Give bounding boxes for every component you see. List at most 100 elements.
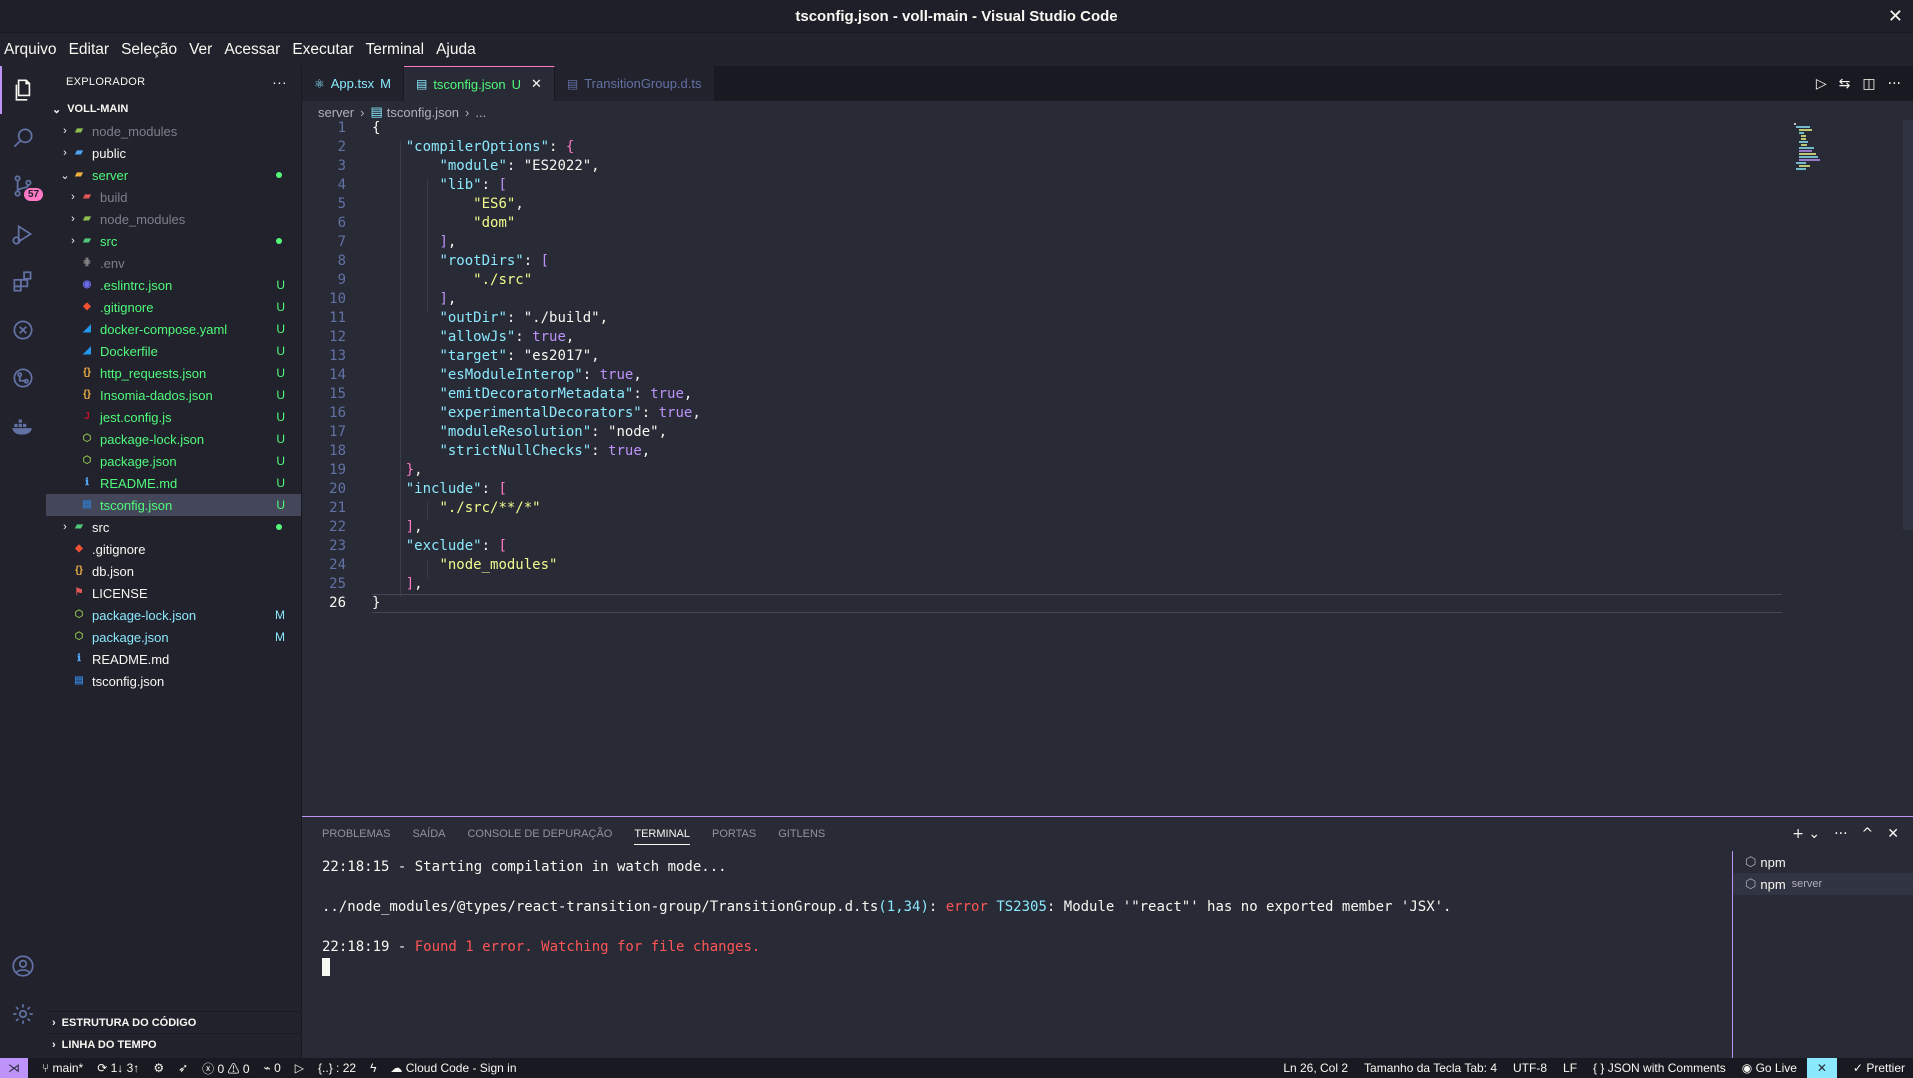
settings-gear-icon[interactable] — [0, 990, 46, 1038]
tab-tsconfig-json[interactable]: ▤ tsconfig.json U ✕ — [403, 66, 555, 101]
tab-problems[interactable]: PROBLEMAS — [322, 828, 390, 840]
gitlens-status-icon[interactable]: ⚙ — [153, 1061, 164, 1075]
tree-folder[interactable]: ⌄ ▰ server — [46, 164, 301, 186]
workspace-root[interactable]: ⌄ VOLL-MAIN — [46, 98, 301, 120]
terminal-output[interactable]: 22:18:15 - Starting compilation in watch… — [322, 857, 1722, 977]
close-panel-icon[interactable]: ✕ — [1887, 826, 1899, 842]
tree-file[interactable]: ⋕ .env — [46, 252, 301, 274]
ports-status[interactable]: ⌁ 0 — [264, 1061, 281, 1075]
menu-selecao[interactable]: Seleção — [121, 41, 177, 59]
tree-file[interactable]: ◉ .eslintrc.json U — [46, 274, 301, 296]
tree-file[interactable]: ◆ .gitignore U — [46, 296, 301, 318]
git-sync[interactable]: ⟳ 1↓ 3↑ — [97, 1061, 139, 1075]
terminal-item-npm-server[interactable]: ⬡ npm server — [1733, 873, 1913, 895]
tree-file[interactable]: ⚑ LICENSE — [46, 582, 301, 604]
remote-indicator-icon[interactable]: ⋊ — [0, 1058, 28, 1078]
tree-folder[interactable]: › ▰ node_modules — [46, 208, 301, 230]
more-icon[interactable]: ··· — [1888, 76, 1901, 92]
account-icon[interactable] — [0, 942, 46, 990]
tab-debug-console[interactable]: CONSOLE DE DEPURAÇÃO — [467, 828, 612, 840]
go-live[interactable]: ◉ Go Live — [1742, 1061, 1797, 1075]
tree-file[interactable]: ◢ docker-compose.yaml U — [46, 318, 301, 340]
tree-file[interactable]: ⬡ package.json M — [46, 626, 301, 648]
breadcrumb-more[interactable]: ... — [475, 105, 486, 120]
debug-status-icon[interactable]: ▷ — [295, 1061, 304, 1075]
language-mode[interactable]: { } JSON with Comments — [1593, 1061, 1726, 1075]
tab-terminal[interactable]: TERMINAL — [634, 823, 690, 845]
remote-explorer-icon[interactable] — [0, 306, 46, 354]
outline-section[interactable]: › ESTRUTURA DO CÓDIGO — [46, 1011, 302, 1033]
tab-gitlens[interactable]: GITLENS — [778, 828, 825, 840]
tab-output[interactable]: SAÍDA — [412, 828, 445, 840]
tab-size[interactable]: Tamanho da Tecla Tab: 4 — [1364, 1061, 1497, 1075]
breadcrumb-file[interactable]: tsconfig.json — [387, 105, 459, 120]
tree-file[interactable]: ⬡ package-lock.json M — [46, 604, 301, 626]
end-of-line[interactable]: LF — [1563, 1061, 1577, 1075]
tree-file[interactable]: {} http_requests.json U — [46, 362, 301, 384]
tree-file[interactable]: ⬡ package.json U — [46, 450, 301, 472]
menu-ver[interactable]: Ver — [189, 41, 212, 59]
menu-ajuda[interactable]: Ajuda — [436, 41, 476, 59]
file-icon: ▤ — [82, 499, 92, 510]
tree-folder[interactable]: › ▰ src — [46, 230, 301, 252]
menu-executar[interactable]: Executar — [292, 41, 353, 59]
tree-folder[interactable]: › ▰ node_modules — [46, 120, 301, 142]
explorer-icon[interactable] — [0, 66, 46, 114]
tab-ports[interactable]: PORTAS — [712, 828, 756, 840]
lightning-icon[interactable]: ϟ — [370, 1061, 376, 1075]
tree-file[interactable]: {} Insomia-dados.json U — [46, 384, 301, 406]
tree-file[interactable]: ▤ tsconfig.json U — [46, 494, 301, 516]
extensions-icon[interactable] — [0, 258, 46, 306]
terminal-item-npm[interactable]: ⬡ npm — [1733, 851, 1913, 873]
json-path[interactable]: {..} : 22 — [318, 1061, 356, 1075]
tree-file[interactable]: ◢ Dockerfile U — [46, 340, 301, 362]
notifications-icon[interactable]: ✕ — [1806, 1058, 1837, 1078]
breadcrumb-server[interactable]: server — [318, 105, 354, 120]
docker-icon[interactable] — [0, 402, 46, 450]
tree-file[interactable]: Jjest.config.js U — [46, 406, 301, 428]
tree-file[interactable]: {} db.json — [46, 560, 301, 582]
run-icon[interactable]: ▷ — [1816, 76, 1827, 92]
tab-app-tsx[interactable]: ⚛ App.tsx M — [302, 66, 404, 101]
split-editor-icon[interactable]: ◫ — [1862, 76, 1875, 92]
compare-icon[interactable]: ⇆ — [1839, 76, 1851, 92]
code-editor[interactable]: 1{2 "compilerOptions": {3 "module": "ES2… — [302, 120, 1782, 622]
search-icon[interactable] — [0, 114, 46, 162]
menu-editar[interactable]: Editar — [69, 41, 110, 59]
editor-scrollbar[interactable] — [1903, 120, 1913, 530]
minimap[interactable] — [1792, 120, 1832, 180]
menu-arquivo[interactable]: Arquivo — [4, 41, 57, 59]
source-control-icon[interactable]: 57 — [0, 162, 46, 210]
tree-file[interactable]: ℹ README.md U — [46, 472, 301, 494]
new-terminal-icon[interactable]: + ⌄ — [1792, 826, 1820, 842]
tree-folder[interactable]: › ▰ src — [46, 516, 301, 538]
rocket-icon[interactable]: ➶ — [178, 1061, 188, 1075]
close-window-icon[interactable]: ✕ — [1888, 6, 1903, 27]
encoding[interactable]: UTF-8 — [1513, 1061, 1547, 1075]
folder-icon: ▰ — [75, 147, 83, 158]
cloud-code[interactable]: ☁ Cloud Code - Sign in — [390, 1061, 516, 1075]
tree-file[interactable]: ◆ .gitignore — [46, 538, 301, 560]
close-tab-icon[interactable]: ✕ — [531, 76, 542, 92]
more-icon[interactable]: ··· — [1834, 826, 1847, 842]
tree-item-label: docker-compose.yaml — [100, 321, 228, 337]
tree-folder[interactable]: › ▰ public — [46, 142, 301, 164]
run-debug-icon[interactable] — [0, 210, 46, 258]
tree-folder[interactable]: › ▰ build — [46, 186, 301, 208]
tree-file[interactable]: ▤ tsconfig.json — [46, 670, 301, 692]
terminal-time: 22:18:19 - — [322, 939, 415, 955]
tab-transitiongroup[interactable]: ▤ TransitionGroup.d.ts — [554, 66, 715, 101]
cursor-position[interactable]: Ln 26, Col 2 — [1283, 1061, 1348, 1075]
timeline-section[interactable]: › LINHA DO TEMPO — [46, 1033, 302, 1055]
problems-status[interactable]: ⓧ 0 ⚠ 0 — [202, 1060, 249, 1077]
tree-file[interactable]: ℹ README.md — [46, 648, 301, 670]
react-icon: ⚛ — [314, 76, 325, 91]
tree-file[interactable]: ⬡ package-lock.json U — [46, 428, 301, 450]
gitlens-icon[interactable] — [0, 354, 46, 402]
maximize-panel-icon[interactable]: ^ — [1862, 826, 1874, 842]
menu-acessar[interactable]: Acessar — [224, 41, 280, 59]
more-actions-icon[interactable]: ··· — [272, 74, 287, 90]
git-branch[interactable]: ⑂ main* — [42, 1061, 83, 1075]
prettier[interactable]: ✓ Prettier — [1853, 1061, 1905, 1075]
menu-terminal[interactable]: Terminal — [366, 41, 425, 59]
